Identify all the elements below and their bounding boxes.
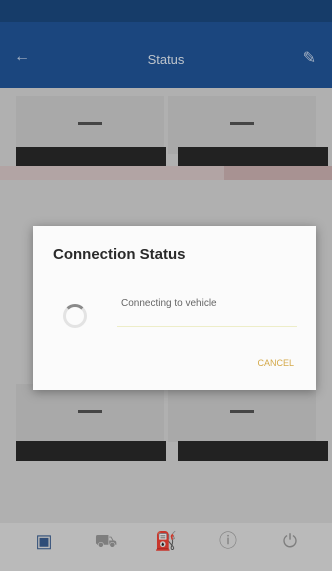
dialog-message: Connecting to vehicle <box>121 298 217 309</box>
message-underline <box>117 326 297 327</box>
cancel-button[interactable]: CANCEL <box>257 358 294 368</box>
loading-spinner-icon <box>63 304 87 328</box>
connection-status-dialog: Connection Status Connecting to vehicle … <box>33 226 316 390</box>
dialog-title: Connection Status <box>53 246 186 263</box>
